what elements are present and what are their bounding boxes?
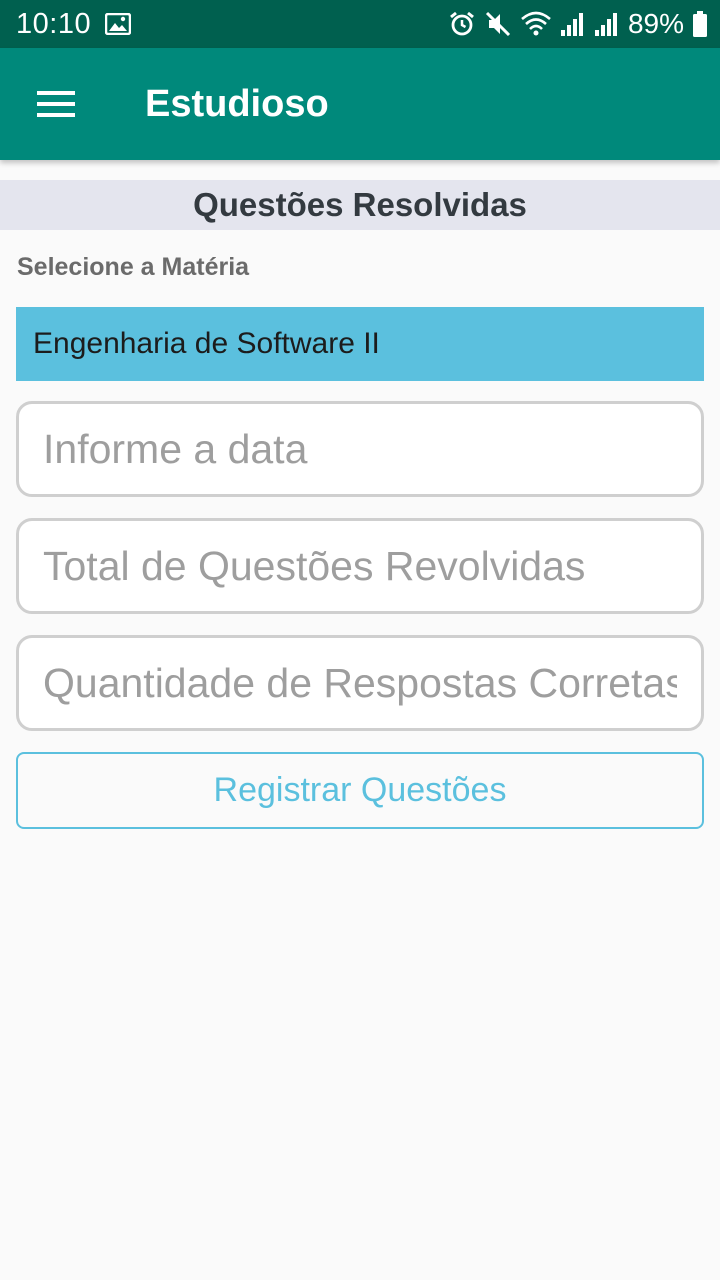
battery-icon xyxy=(693,11,707,37)
alarm-icon xyxy=(450,11,474,36)
status-bar: 10:10 89% xyxy=(0,0,720,48)
app-title: Estudioso xyxy=(145,83,329,125)
signal-icon xyxy=(560,13,583,36)
menu-button[interactable] xyxy=(32,82,80,126)
battery-percent: 89% xyxy=(627,8,684,39)
mute-icon xyxy=(485,11,511,37)
status-time: 10:10 xyxy=(16,7,92,40)
correct-answers-input[interactable] xyxy=(16,635,704,731)
subject-selected-value: Engenharia de Software II xyxy=(33,327,380,360)
hamburger-menu-icon xyxy=(37,91,75,117)
page-title: Questões Resolvidas xyxy=(193,186,527,223)
register-questions-button[interactable]: Registrar Questões xyxy=(16,752,704,829)
date-input[interactable] xyxy=(16,401,704,497)
section-header: Questões Resolvidas xyxy=(0,180,720,230)
app-bar: Estudioso xyxy=(0,48,720,160)
gallery-icon xyxy=(105,13,132,35)
signal-icon xyxy=(594,13,617,36)
status-icons: 89% xyxy=(448,8,708,40)
subject-select[interactable]: Engenharia de Software II xyxy=(16,307,704,381)
subject-label: Selecione a Matéria xyxy=(17,253,250,281)
total-questions-input[interactable] xyxy=(16,518,704,614)
wifi-icon xyxy=(521,11,551,36)
